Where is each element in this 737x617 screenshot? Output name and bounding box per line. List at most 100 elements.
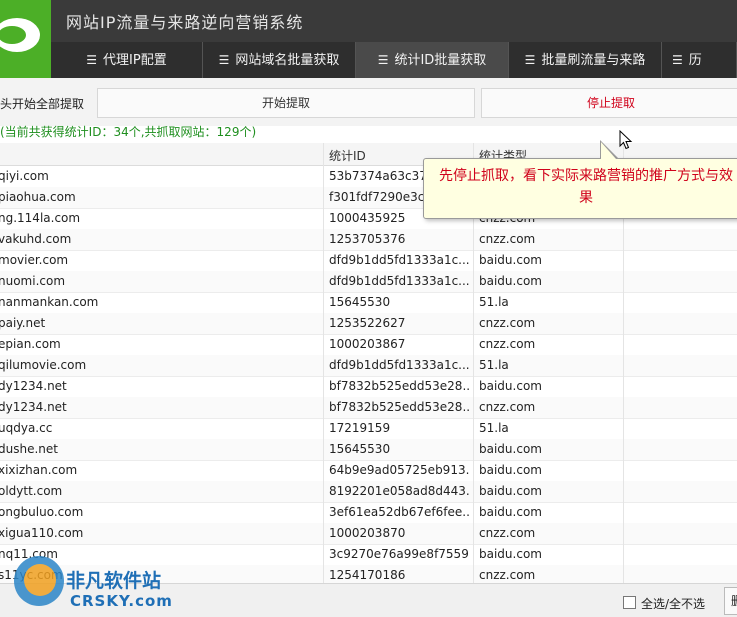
column-header-id[interactable]: 统计ID: [329, 147, 366, 164]
cell-site: qilumovie.com: [0, 358, 87, 372]
table-row[interactable]: xixizhan.com 64b9e9ad05725eb913... baidu.c…: [0, 460, 737, 482]
table-row[interactable]: nanmankan.com 15645530 51.la: [0, 292, 737, 314]
table-row[interactable]: nuomi.com dfd9b1dd5fd1333a1c... baidu.com: [0, 271, 737, 293]
menu-lines-icon: ☰: [377, 53, 389, 67]
extract-all-label: 头开始全部提取: [0, 97, 85, 111]
cell-id: dfd9b1dd5fd1333a1c...: [329, 358, 469, 372]
table-row[interactable]: qilumovie.com dfd9b1dd5fd1333a1c... 51.la: [0, 355, 737, 377]
tab-bar: ☰ 代理IP配置 ☰ 网站域名批量获取 ☰ 统计ID批量获取 ☰ 批量刷流量与来路 ☰ 历: [51, 42, 737, 78]
tab-label: 批量刷流量与来路: [541, 53, 646, 68]
status-text: (当前共获得统计ID：34个,共抓取网站：129个): [0, 125, 257, 139]
cell-type: baidu.com: [479, 379, 542, 393]
toolbar: 头开始全部提取 开始提取 停止提取: [0, 78, 737, 126]
cell-id: 17219159: [329, 421, 391, 435]
start-extract-button[interactable]: 开始提取: [97, 88, 475, 118]
cell-site: dy1234.net: [0, 379, 67, 393]
table-row[interactable]: xigua110.com 1000203870 cnzz.com: [0, 523, 737, 545]
tab-label: 统计ID批量获取: [394, 53, 487, 68]
cell-site: dushe.net: [0, 442, 58, 456]
table-row[interactable]: uqdya.cc 17219159 51.la: [0, 418, 737, 440]
cell-id: 15645530: [329, 442, 391, 456]
menu-lines-icon: ☰: [86, 53, 98, 67]
menu-lines-icon: ☰: [672, 53, 683, 67]
tab-history[interactable]: ☰ 历: [662, 42, 737, 78]
cell-type: cnzz.com: [479, 337, 536, 351]
tab-label: 代理IP配置: [103, 53, 167, 68]
tab-label: 历: [688, 53, 702, 68]
select-all-label[interactable]: 全选/全不选: [641, 595, 705, 612]
cell-site: xigua110.com: [0, 526, 84, 540]
cell-type: baidu.com: [479, 484, 542, 498]
cell-type: baidu.com: [479, 442, 542, 456]
select-all-checkbox[interactable]: [623, 596, 636, 609]
cell-type: cnzz.com: [479, 526, 536, 540]
table-row[interactable]: vakuhd.com 1253705376 cnzz.com: [0, 229, 737, 251]
cell-site: paiy.net: [0, 316, 46, 330]
table-row[interactable]: dushe.net 15645530 baidu.com: [0, 439, 737, 461]
table-row[interactable]: epian.com 1000203867 cnzz.com: [0, 334, 737, 356]
cell-type: cnzz.com: [479, 568, 536, 582]
tab-proxy-ip[interactable]: ☰ 代理IP配置: [51, 42, 203, 78]
cell-id: bf7832b525edd53e28...: [329, 400, 469, 414]
cell-id: dfd9b1dd5fd1333a1c...: [329, 274, 469, 288]
app-header: 网站IP流量与来路逆向营销系统 ☰ 代理IP配置 ☰ 网站域名批量获取 ☰ 统计ID批…: [0, 0, 737, 78]
cell-id: 1253522627: [329, 316, 406, 330]
cell-type: baidu.com: [479, 547, 542, 561]
tab-traffic-batch[interactable]: ☰ 批量刷流量与来路: [509, 42, 662, 78]
cell-site: movier.com: [0, 253, 69, 267]
cell-id: 1253705376: [329, 232, 406, 246]
watermark-logo: 非凡软件站 CRSKY.com: [14, 556, 174, 616]
cell-type: 51.la: [479, 295, 509, 309]
cell-id: 3ef61ea52db67ef6fee...: [329, 505, 469, 519]
cell-type: 51.la: [479, 421, 509, 435]
cell-id: bf7832b525edd53e28...: [329, 379, 469, 393]
logo-icon: [0, 18, 40, 52]
cell-site: dy1234.net: [0, 400, 67, 414]
cell-type: baidu.com: [479, 505, 542, 519]
menu-lines-icon: ☰: [218, 53, 230, 67]
cell-type: cnzz.com: [479, 400, 536, 414]
cell-type: baidu.com: [479, 274, 542, 288]
app-title: 网站IP流量与来路逆向营销系统: [66, 13, 304, 32]
cell-id: dfd9b1dd5fd1333a1c...: [329, 253, 469, 267]
cell-id: 8192201e058ad8d443...: [329, 484, 469, 498]
cell-site: ongbuluo.com: [0, 505, 84, 519]
cell-site: ng.114la.com: [0, 211, 81, 225]
tooltip-text: 先停止抓取，看下实际来路营销的推广方式与效果: [439, 168, 733, 206]
table-row[interactable]: dy1234.net bf7832b525edd53e28... baidu.com: [0, 376, 737, 398]
cell-id: 1254170186: [329, 568, 406, 582]
stop-extract-button[interactable]: 停止提取: [481, 88, 737, 118]
cell-site: nuomi.com: [0, 274, 66, 288]
cell-site: epian.com: [0, 337, 61, 351]
app-logo: [0, 0, 51, 78]
menu-lines-icon: ☰: [524, 53, 536, 67]
table-row[interactable]: dy1234.net bf7832b525edd53e28... cnzz.com: [0, 397, 737, 419]
tab-stat-id-batch[interactable]: ☰ 统计ID批量获取: [356, 42, 509, 78]
table-row[interactable]: movier.com dfd9b1dd5fd1333a1c... baidu.com: [0, 250, 737, 272]
watermark-sub: CRSKY.com: [70, 592, 173, 610]
cell-id: 64b9e9ad05725eb913...: [329, 463, 469, 477]
cell-type: baidu.com: [479, 463, 542, 477]
cell-id: 1000203867: [329, 337, 406, 351]
cell-site: oldytt.com: [0, 484, 63, 498]
table-row[interactable]: oldytt.com 8192201e058ad8d443... baidu.com: [0, 481, 737, 503]
delete-button[interactable]: 删: [724, 587, 737, 615]
cell-id: 1000203870: [329, 526, 406, 540]
watermark-icon: [14, 556, 64, 606]
cell-site: piaohua.com: [0, 190, 76, 204]
cell-type: baidu.com: [479, 253, 542, 267]
cell-type: 51.la: [479, 358, 509, 372]
cell-site: uqdya.cc: [0, 421, 53, 435]
cell-site: qiyi.com: [0, 169, 49, 183]
tooltip: 先停止抓取，看下实际来路营销的推广方式与效果: [423, 158, 737, 219]
cell-id: 3c9270e76a99e8f7559...: [329, 547, 469, 561]
tab-domain-batch[interactable]: ☰ 网站域名批量获取: [203, 42, 356, 78]
cell-type: cnzz.com: [479, 316, 536, 330]
cell-site: nanmankan.com: [0, 295, 99, 309]
table-row[interactable]: paiy.net 1253522627 cnzz.com: [0, 313, 737, 335]
cell-site: xixizhan.com: [0, 463, 78, 477]
table-row[interactable]: ongbuluo.com 3ef61ea52db67ef6fee... baidu.…: [0, 502, 737, 524]
watermark-text: 非凡软件站: [66, 570, 162, 592]
cell-type: cnzz.com: [479, 232, 536, 246]
tab-label: 网站域名批量获取: [235, 53, 340, 68]
